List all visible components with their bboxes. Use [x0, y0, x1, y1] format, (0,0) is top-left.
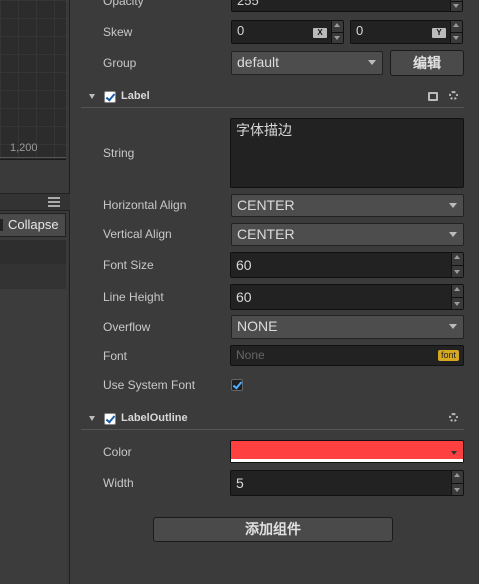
- string-textarea[interactable]: 字体描边: [230, 118, 464, 188]
- vertical-align-value: CENTER: [237, 226, 295, 242]
- skew-y-field[interactable]: 0 Y: [350, 20, 463, 44]
- opacity-label: Opacity: [103, 0, 144, 8]
- horizontal-align-select[interactable]: CENTER: [231, 194, 464, 217]
- skew-x-value: 0: [237, 23, 245, 38]
- opacity-value: 255: [237, 0, 259, 8]
- vertical-align-label: Vertical Align: [103, 227, 172, 241]
- hierarchy-row[interactable]: [0, 264, 66, 289]
- font-size-field[interactable]: 60: [230, 252, 464, 278]
- font-asset-placeholder: None: [236, 348, 265, 362]
- book-icon[interactable]: [428, 92, 438, 101]
- scene-view[interactable]: 1,200: [0, 0, 66, 160]
- inspector-panel: Opacity 255 Skew 0 X 0 Y Group default 编…: [71, 0, 479, 584]
- width-label: Width: [103, 476, 134, 490]
- skew-label: Skew: [103, 25, 133, 39]
- collapse-triangle-icon[interactable]: [89, 94, 95, 99]
- color-label: Color: [103, 445, 132, 459]
- scene-ruler-line: [0, 157, 66, 158]
- horizontal-align-value: CENTER: [237, 197, 295, 213]
- skew-y-tag: Y: [432, 28, 446, 38]
- opacity-field[interactable]: 255: [231, 0, 463, 12]
- vertical-align-select[interactable]: CENTER: [231, 223, 464, 246]
- line-height-label: Line Height: [103, 290, 164, 304]
- width-value: 5: [236, 475, 244, 491]
- add-component-button[interactable]: 添加组件: [153, 517, 393, 542]
- string-label: String: [103, 146, 135, 160]
- gear-icon[interactable]: [449, 413, 458, 422]
- hierarchy-empty-area: [0, 289, 66, 584]
- group-select[interactable]: default: [231, 51, 383, 75]
- overflow-select[interactable]: NONE: [231, 315, 464, 339]
- gear-icon[interactable]: [449, 91, 458, 100]
- label-enabled-checkbox[interactable]: [104, 91, 116, 103]
- collapse-button[interactable]: Collapse: [0, 213, 66, 237]
- skew-x-field[interactable]: 0 X: [231, 20, 344, 44]
- label-outline-component-header[interactable]: LabelOutline: [81, 408, 464, 430]
- opacity-stepper[interactable]: [450, 0, 463, 11]
- label-outline-enabled-checkbox[interactable]: [104, 413, 116, 425]
- color-swatch[interactable]: [230, 440, 464, 463]
- line-height-field[interactable]: 60: [230, 284, 464, 310]
- width-stepper[interactable]: [451, 471, 464, 495]
- skew-y-stepper[interactable]: [450, 21, 463, 43]
- menu-icon[interactable]: [48, 197, 60, 207]
- use-system-font-label: Use System Font: [103, 378, 196, 392]
- overflow-label: Overflow: [103, 320, 151, 334]
- hierarchy-panel-header: [0, 193, 70, 211]
- font-size-label: Font Size: [103, 258, 154, 272]
- group-edit-button[interactable]: 编辑: [390, 50, 464, 76]
- label-component-header[interactable]: Label: [81, 86, 464, 108]
- hierarchy-row[interactable]: [0, 240, 66, 264]
- collapse-triangle-icon[interactable]: [89, 416, 95, 421]
- skew-y-value: 0: [356, 23, 364, 38]
- group-label: Group: [103, 56, 137, 70]
- label-outline-component-title: LabelOutline: [121, 412, 188, 424]
- width-field[interactable]: 5: [230, 470, 464, 496]
- use-system-font-checkbox[interactable]: [231, 379, 243, 391]
- group-value: default: [237, 54, 280, 70]
- left-panel: 1,200 Collapse: [0, 0, 70, 584]
- skew-x-stepper[interactable]: [331, 21, 344, 43]
- line-height-value: 60: [236, 289, 252, 305]
- chevron-down-icon: [368, 60, 376, 65]
- font-size-stepper[interactable]: [451, 253, 464, 277]
- scene-ruler-tick-label: 1,200: [10, 142, 38, 154]
- overflow-value: NONE: [237, 318, 278, 334]
- font-asset-tag: font: [437, 350, 459, 361]
- font-label: Font: [103, 349, 128, 363]
- font-asset-field[interactable]: None font: [230, 345, 464, 366]
- chevron-down-icon: [449, 203, 457, 208]
- color-alpha-bar: [231, 459, 463, 462]
- label-component-title: Label: [121, 90, 150, 102]
- chevron-down-icon: [449, 324, 457, 329]
- font-size-value: 60: [236, 257, 252, 273]
- skew-x-tag: X: [313, 28, 327, 38]
- chevron-down-icon: [449, 232, 457, 237]
- horizontal-align-label: Horizontal Align: [103, 198, 187, 212]
- line-height-stepper[interactable]: [451, 285, 464, 309]
- chevron-down-icon: [451, 451, 457, 455]
